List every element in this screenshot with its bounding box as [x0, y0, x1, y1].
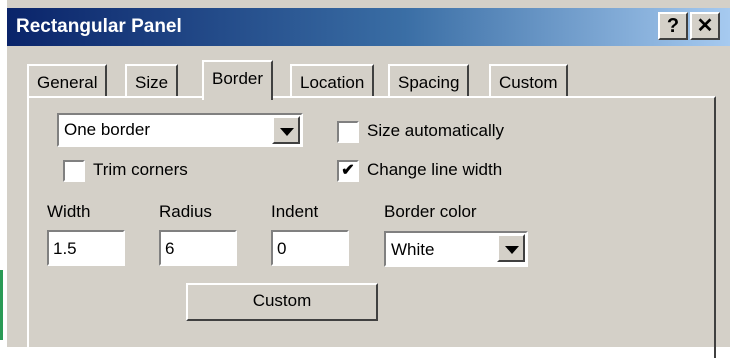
- border-color-select[interactable]: White: [384, 231, 528, 267]
- indent-label: Indent: [271, 202, 319, 221]
- window-title: Rectangular Panel: [16, 16, 182, 37]
- tab-location[interactable]: Location: [290, 64, 375, 98]
- tab-spacing[interactable]: Spacing: [388, 64, 470, 98]
- indent-input[interactable]: 0: [271, 230, 349, 266]
- tab-size[interactable]: Size: [125, 64, 179, 98]
- size-automatically-checkbox[interactable]: [337, 121, 359, 143]
- change-line-width-label: Change line width: [367, 160, 503, 179]
- border-style-value: One border: [64, 120, 150, 139]
- dialog-window: Rectangular Panel ? ✕ General Size Borde…: [7, 0, 730, 358]
- trim-corners-checkbox[interactable]: [63, 160, 85, 182]
- width-label: Width: [47, 202, 91, 221]
- help-button[interactable]: ?: [658, 12, 688, 40]
- tab-border[interactable]: Border: [202, 60, 274, 100]
- trim-corners-label: Trim corners: [93, 160, 188, 179]
- border-color-label: Border color: [384, 202, 477, 221]
- checkmark-icon: ✔: [341, 162, 355, 179]
- tab-general[interactable]: General: [27, 64, 108, 98]
- border-color-value: White: [391, 240, 435, 259]
- radius-label: Radius: [159, 202, 212, 221]
- size-automatically-label: Size automatically: [367, 121, 505, 140]
- change-line-width-checkbox[interactable]: ✔: [337, 160, 359, 182]
- dropdown-arrow-icon[interactable]: [497, 234, 525, 262]
- border-style-select[interactable]: One border: [57, 113, 303, 147]
- tab-custom[interactable]: Custom: [489, 64, 568, 98]
- close-button[interactable]: ✕: [690, 12, 720, 40]
- radius-input[interactable]: 6: [159, 230, 237, 266]
- custom-button[interactable]: Custom: [186, 283, 378, 321]
- left-edge-mark: [0, 270, 3, 340]
- dropdown-arrow-icon[interactable]: [272, 116, 300, 144]
- title-bar: Rectangular Panel ? ✕: [7, 8, 730, 46]
- width-input[interactable]: 1.5: [47, 230, 125, 266]
